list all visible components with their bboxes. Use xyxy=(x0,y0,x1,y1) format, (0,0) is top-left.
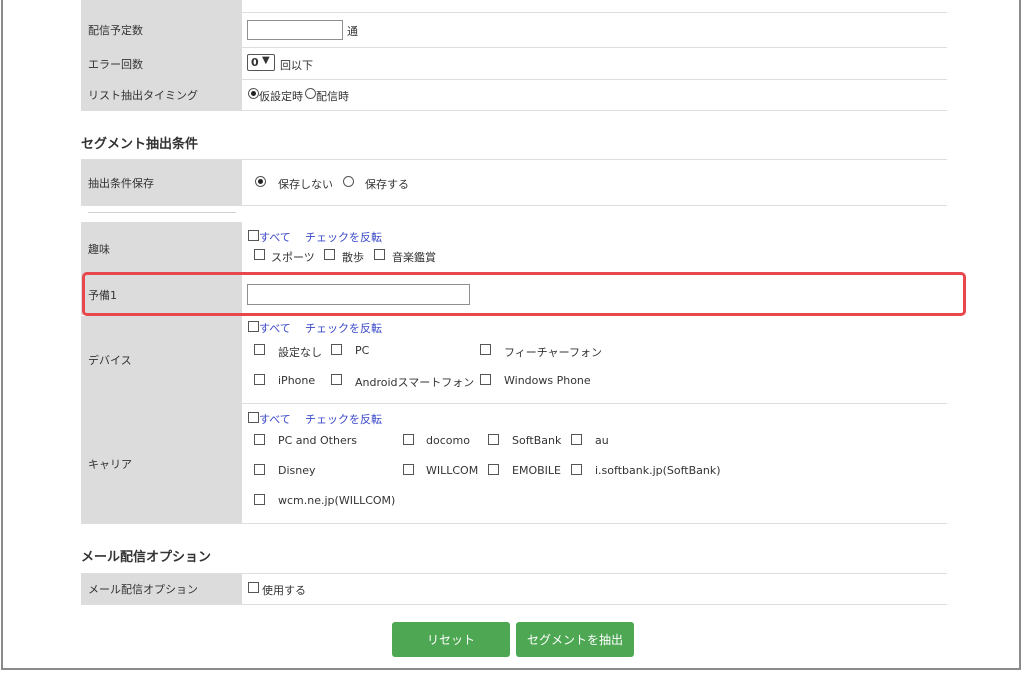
carrier-option-i-softbank: i.softbank.jp(SoftBank) xyxy=(595,464,721,477)
carrier-option-emobile: EMOBILE xyxy=(512,464,561,477)
device-checkbox-iphone[interactable] xyxy=(254,374,265,385)
device-all-link[interactable]: すべて xyxy=(259,320,291,336)
list-timing-option-provisional: 仮設定時 xyxy=(259,90,303,103)
hobby-label-text: 趣味 xyxy=(88,242,110,256)
form-frame: 配信予定数 通 エラー回数 0 ▼ 回以下 リスト抽出タイミング 仮設定時 配信… xyxy=(1,0,1021,670)
device-checkbox-feature-phone[interactable] xyxy=(480,344,491,355)
list-timing-radio-provisional[interactable] xyxy=(248,88,259,99)
error-count-select[interactable]: 0 ▼ xyxy=(247,54,275,71)
hobby-label: 趣味 xyxy=(81,222,242,275)
list-timing-label: リスト抽出タイミング xyxy=(81,80,242,110)
device-option-iphone: iPhone xyxy=(278,374,316,387)
delivery-count-label-text: 配信予定数 xyxy=(88,24,143,37)
carrier-option-wcm: wcm.ne.jp(WILLCOM) xyxy=(278,494,396,507)
mail-option-checkbox[interactable] xyxy=(248,582,259,593)
chevron-down-icon: ▼ xyxy=(262,55,270,66)
device-checkbox-windows-phone[interactable] xyxy=(480,374,491,385)
carrier-checkbox-au[interactable] xyxy=(571,434,582,445)
carrier-checkbox-pc-others[interactable] xyxy=(254,434,265,445)
save-condition-radio-no[interactable] xyxy=(255,176,266,187)
mail-option-label-text: メール配信オプション xyxy=(88,583,198,596)
divider xyxy=(81,523,947,524)
hobby-checkbox-sports[interactable] xyxy=(254,249,265,260)
hobby-option-music: 音楽鑑賞 xyxy=(392,251,436,264)
extract-segment-button[interactable]: セグメントを抽出 xyxy=(516,622,634,657)
carrier-option-au: au xyxy=(595,434,609,447)
divider xyxy=(81,205,947,206)
carrier-option-docomo: docomo xyxy=(426,434,470,447)
save-condition-option-yes: 保存する xyxy=(365,178,409,191)
carrier-option-disney: Disney xyxy=(278,464,316,477)
save-condition-label: 抽出条件保存 xyxy=(81,160,242,205)
carrier-label: キャリア xyxy=(81,404,242,523)
divider xyxy=(81,110,947,111)
segment-section-title: セグメント抽出条件 xyxy=(81,137,199,152)
save-condition-label-text: 抽出条件保存 xyxy=(88,176,154,190)
carrier-checkbox-softbank[interactable] xyxy=(488,434,499,445)
error-count-label: エラー回数 xyxy=(81,48,242,79)
delivery-count-label: 配信予定数 xyxy=(81,13,242,47)
device-option-android: Androidスマートフォン xyxy=(355,376,475,389)
carrier-option-willcom: WILLCOM xyxy=(426,464,479,477)
carrier-all-checkbox[interactable] xyxy=(248,412,259,423)
short-divider xyxy=(88,212,236,213)
carrier-all-link[interactable]: すべて xyxy=(259,411,291,427)
list-timing-radio-delivery[interactable] xyxy=(305,88,316,99)
carrier-option-softbank: SoftBank xyxy=(512,434,562,447)
reset-button[interactable]: リセット xyxy=(392,622,510,657)
carrier-checkbox-disney[interactable] xyxy=(254,464,265,475)
error-count-label-text: エラー回数 xyxy=(88,57,143,71)
device-all-checkbox[interactable] xyxy=(248,321,259,332)
list-timing-label-text: リスト抽出タイミング xyxy=(88,89,198,102)
mail-option-checkbox-label: 使用する xyxy=(262,584,306,597)
hobby-all-link[interactable]: すべて xyxy=(259,229,291,245)
hobby-option-walk: 散歩 xyxy=(342,251,364,264)
device-label: デバイス xyxy=(81,316,242,403)
hobby-invert-link[interactable]: チェックを反転 xyxy=(305,229,382,245)
reserve1-highlight-box xyxy=(82,272,966,316)
device-label-text: デバイス xyxy=(88,353,132,367)
device-invert-link[interactable]: チェックを反転 xyxy=(305,320,382,336)
carrier-checkbox-i-softbank[interactable] xyxy=(571,464,582,475)
mail-option-section-title: メール配信オプション xyxy=(81,550,212,565)
hobby-all-checkbox[interactable] xyxy=(248,230,259,241)
save-condition-option-no: 保存しない xyxy=(278,178,333,191)
list-timing-option-delivery: 配信時 xyxy=(316,90,349,103)
carrier-checkbox-wcm[interactable] xyxy=(254,494,265,505)
device-option-pc: PC xyxy=(355,344,370,357)
device-option-feature-phone: フィーチャーフォン xyxy=(504,346,603,359)
carrier-checkbox-emobile[interactable] xyxy=(488,464,499,475)
delivery-count-input[interactable] xyxy=(247,20,343,40)
hobby-option-sports: スポーツ xyxy=(271,251,315,264)
error-count-suffix: 回以下 xyxy=(280,59,313,72)
hobby-checkbox-music[interactable] xyxy=(374,249,385,260)
hobby-checkbox-walk[interactable] xyxy=(324,249,335,260)
device-checkbox-none[interactable] xyxy=(254,344,265,355)
top-partial-label xyxy=(81,0,242,12)
device-option-none: 設定なし xyxy=(278,346,322,359)
carrier-label-text: キャリア xyxy=(88,457,132,471)
mail-option-label: メール配信オプション xyxy=(81,574,242,604)
error-count-select-value: 0 xyxy=(251,56,259,69)
save-condition-radio-yes[interactable] xyxy=(343,176,354,187)
carrier-invert-link[interactable]: チェックを反転 xyxy=(305,411,382,427)
carrier-checkbox-willcom[interactable] xyxy=(403,464,414,475)
device-checkbox-pc[interactable] xyxy=(331,344,342,355)
delivery-count-unit: 通 xyxy=(347,25,358,38)
device-checkbox-android[interactable] xyxy=(331,374,342,385)
divider xyxy=(81,604,947,605)
device-option-windows-phone: Windows Phone xyxy=(504,374,591,387)
carrier-checkbox-docomo[interactable] xyxy=(403,434,414,445)
carrier-option-pc-others: PC and Others xyxy=(278,434,357,447)
